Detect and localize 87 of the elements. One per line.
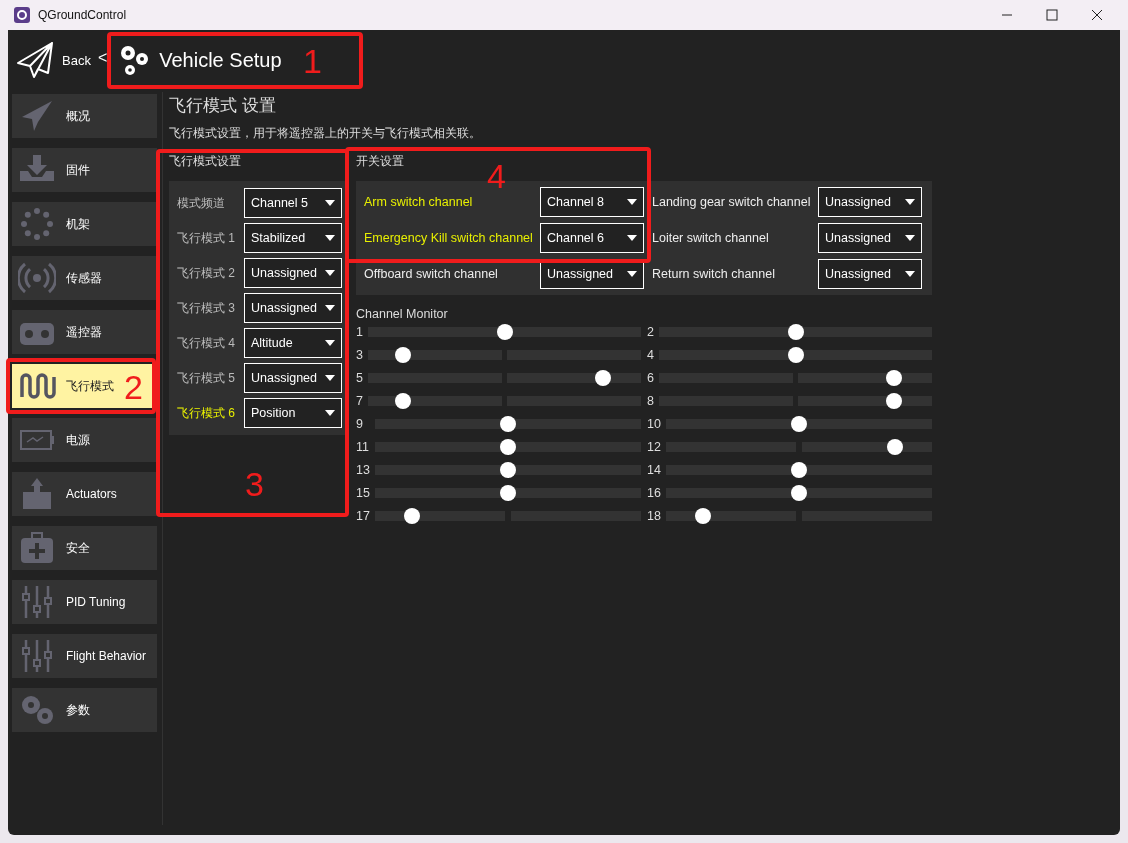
sidebar-item[interactable]: 遥控器 (12, 310, 157, 354)
caret-icon (325, 270, 335, 276)
flight-mode-label: 飞行模式 5 (177, 369, 235, 387)
caret-icon (905, 271, 915, 277)
first-aid-kit-icon (18, 531, 56, 565)
mode-dropdown[interactable]: Unassigned (244, 293, 342, 323)
caret-icon (905, 199, 915, 205)
channel-number: 12 (647, 440, 662, 454)
back-link[interactable]: Back (62, 52, 91, 68)
mode-dropdown[interactable]: Unassigned (244, 258, 342, 288)
breadcrumb-separator: < (97, 49, 108, 67)
section-title: 开关设置 (356, 153, 405, 170)
channel-number: 10 (647, 417, 662, 431)
channel-dropdown[interactable]: Unassigned (818, 187, 922, 217)
caret-icon (325, 410, 335, 416)
channel-dropdown[interactable]: Channel 6 (540, 223, 644, 253)
mode-dropdown[interactable]: Altitude (244, 328, 342, 358)
page-header-title: Vehicle Setup (159, 48, 282, 72)
channel-number: 1 (356, 325, 364, 339)
maximize-icon[interactable] (1046, 9, 1058, 21)
flight-mode-label: 飞行模式 2 (177, 264, 235, 282)
mode-dropdown[interactable]: Stabilized (244, 223, 342, 253)
switch-label: Loiter switch channel (652, 231, 769, 245)
channel-dropdown[interactable]: Unassigned (818, 223, 922, 253)
sidebar-item[interactable]: 参数 (12, 688, 157, 732)
close-icon[interactable] (1091, 9, 1103, 21)
sidebar-item[interactable]: PID Tuning (12, 580, 157, 624)
channel-number: 9 (356, 417, 364, 431)
caret-icon (325, 375, 335, 381)
switch-label: Landing gear switch channel (652, 195, 811, 209)
channel-number: 4 (647, 348, 655, 362)
caret-icon (627, 235, 637, 241)
switch-label: Emergency Kill switch channel (364, 231, 533, 245)
switch-label: Offboard switch channel (364, 267, 498, 281)
page-title: 飞行模式 设置 (169, 95, 277, 117)
sidebar-item[interactable]: 固件 (12, 148, 157, 192)
app-logo-icon (14, 7, 30, 23)
caret-icon (325, 340, 335, 346)
caret-icon (627, 271, 637, 277)
channel-number: 13 (356, 463, 371, 477)
window-title: QGroundControl (38, 8, 127, 22)
channel-number: 11 (356, 440, 370, 454)
flight-mode-label: 模式频道 (177, 194, 225, 212)
flight-mode-label: 飞行模式 6 (177, 404, 235, 422)
channel-number: 6 (647, 371, 655, 385)
sidebar-item[interactable]: 电源 (12, 418, 157, 462)
flight-mode-label: 飞行模式 1 (177, 229, 235, 247)
signal-icon (18, 261, 56, 295)
caret-icon (627, 199, 637, 205)
channel-number: 3 (356, 348, 364, 362)
section-title: Channel Monitor (356, 307, 449, 321)
channel-dropdown[interactable]: Unassigned (818, 259, 922, 289)
channel-number: 16 (647, 486, 662, 500)
channel-number: 7 (356, 394, 364, 408)
channel-number: 18 (647, 509, 662, 523)
channel-number: 5 (356, 371, 364, 385)
sidebar-item[interactable]: 概况 (12, 94, 157, 138)
mode-dropdown[interactable]: Position (244, 398, 342, 428)
paper-plane-icon[interactable] (16, 41, 54, 79)
flight-mode-label: 飞行模式 3 (177, 299, 235, 317)
mode-dropdown[interactable]: Channel 5 (244, 188, 342, 218)
sidebar-item[interactable]: 传感器 (12, 256, 157, 300)
sidebar-item[interactable]: 机架 (12, 202, 157, 246)
mode-dropdown[interactable]: Unassigned (244, 363, 342, 393)
channel-dropdown[interactable]: Channel 8 (540, 187, 644, 217)
caret-icon (905, 235, 915, 241)
channel-number: 8 (647, 394, 655, 408)
flight-mode-label: 飞行模式 4 (177, 334, 235, 352)
switch-label: Return switch channel (652, 267, 775, 281)
caret-icon (325, 235, 335, 241)
annotation-number: 4 (487, 157, 506, 196)
sidebar-item[interactable]: 安全 (12, 526, 157, 570)
section-title: 飞行模式设置 (169, 153, 242, 170)
annotation-number: 1 (303, 42, 322, 81)
caret-icon (325, 305, 335, 311)
switch-label: Arm switch channel (364, 195, 473, 209)
channel-number: 17 (356, 509, 371, 523)
dot-ring-icon (18, 207, 56, 241)
channel-number: 14 (647, 463, 662, 477)
annotation-number: 3 (245, 465, 264, 504)
sidebar-item[interactable]: Actuators (12, 472, 157, 516)
channel-number: 2 (647, 325, 655, 339)
channel-number: 15 (356, 486, 371, 500)
page-description: 飞行模式设置，用于将遥控器上的开关与飞行模式相关联。 (169, 126, 482, 141)
sidebar-item[interactable]: Flight Behavior (12, 634, 157, 678)
annotation-number: 2 (124, 368, 143, 407)
caret-icon (325, 200, 335, 206)
